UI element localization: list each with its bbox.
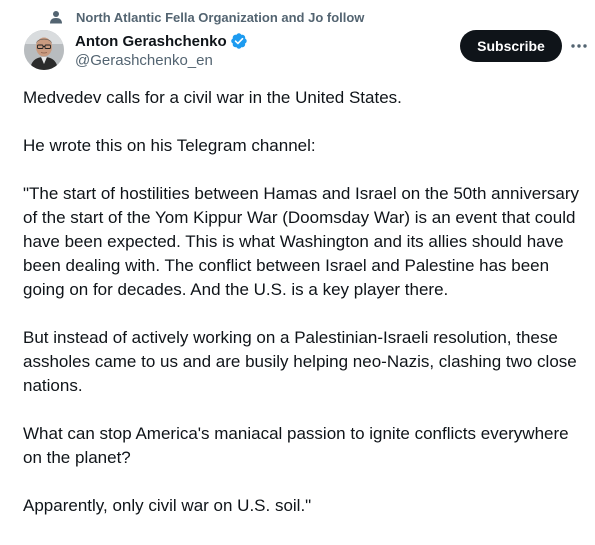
tweet-paragraph: Apparently, only civil war on U.S. soil.… [23,496,312,515]
tweet-paragraph: "The start of hostilities between Hamas … [23,184,579,299]
more-horizontal-icon[interactable] [568,36,590,56]
tweet-text: Medvedev calls for a civil war in the Un… [23,86,588,542]
avatar[interactable] [24,30,64,70]
social-context[interactable]: North Atlantic Fella Organization and Jo… [48,8,364,26]
tweet-paragraph: But instead of actively working on a Pal… [23,328,577,395]
author-display-name[interactable]: Anton Gerashchenko [75,33,227,50]
tweet-paragraph: What can stop America's maniacal passion… [23,424,569,467]
subscribe-button[interactable]: Subscribe [460,30,562,62]
tweet-paragraph: Medvedev calls for a civil war in the Un… [23,88,402,107]
social-context-text[interactable]: North Atlantic Fella Organization and Jo… [76,10,364,25]
verified-badge-icon[interactable] [230,32,248,50]
person-icon [48,9,64,25]
author-block: Anton Gerashchenko @Gerashchenko_en [75,31,248,69]
author-handle[interactable]: @Gerashchenko_en [75,52,248,69]
tweet-paragraph: He wrote this on his Telegram channel: [23,136,316,155]
